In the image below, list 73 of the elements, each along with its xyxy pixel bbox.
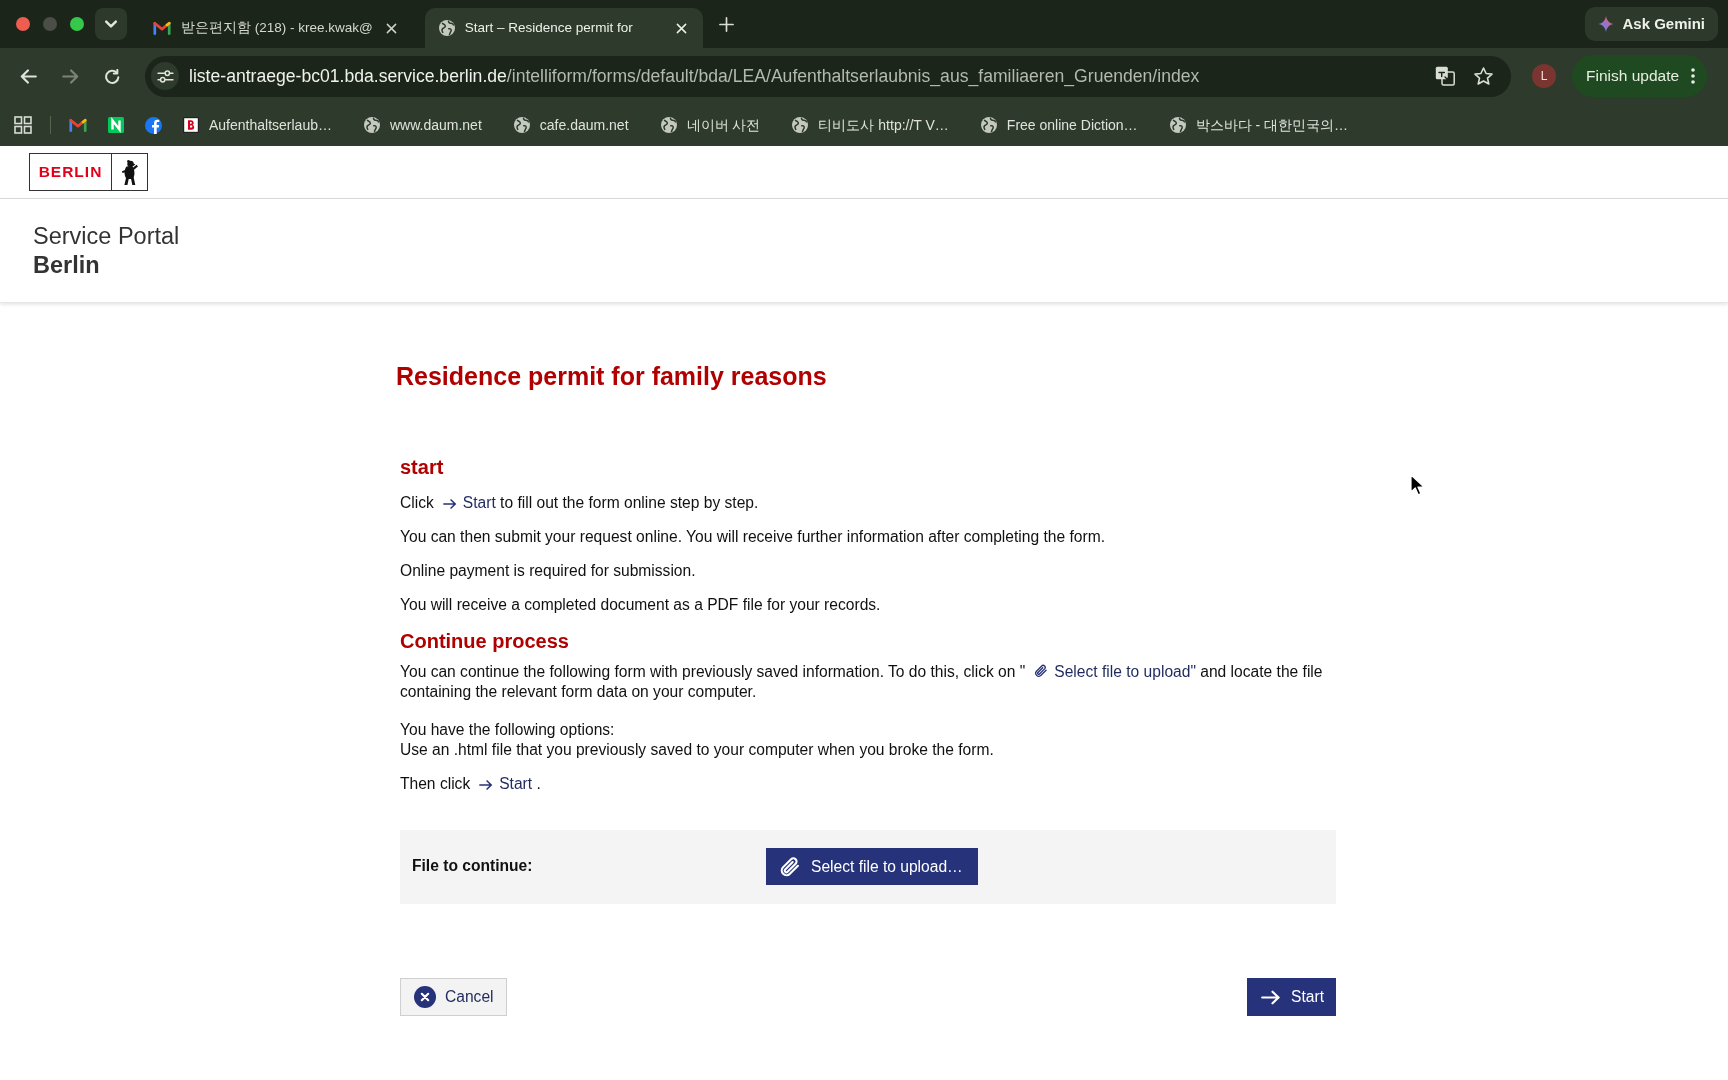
ask-gemini-button[interactable]: Ask Gemini xyxy=(1585,7,1718,41)
more-options-icon xyxy=(1691,68,1696,84)
bookmark-link[interactable]: 네이버 사전 xyxy=(660,114,761,136)
sparkle-icon xyxy=(1598,16,1615,32)
bookmark-star-icon[interactable] xyxy=(1474,67,1493,85)
finish-update-button[interactable]: Finish update xyxy=(1572,55,1708,97)
start-button[interactable]: Start xyxy=(1247,978,1336,1016)
portal-name: Service Portal xyxy=(33,222,181,251)
form-title: Residence permit for family reasons xyxy=(396,361,828,391)
cancel-button[interactable]: Cancel xyxy=(400,978,507,1016)
instruction-text: Use an .html file that you previously saved to your computer when you broke the form. xyxy=(400,740,995,760)
bear-icon xyxy=(121,158,138,186)
globe-icon xyxy=(660,117,677,133)
instruction-text: You have the following options: xyxy=(400,720,616,740)
close-circle-icon xyxy=(414,986,436,1008)
arrow-right-icon xyxy=(1261,989,1282,1005)
n-logo-icon[interactable] xyxy=(108,117,124,133)
section-heading: start xyxy=(400,455,445,479)
portal-city: Berlin xyxy=(33,251,101,280)
b-logo-icon xyxy=(183,117,199,133)
bookmark-link[interactable]: www.daum.net xyxy=(363,114,482,136)
section-heading: Continue process xyxy=(400,629,570,653)
instruction-text: Start to fill out the form online step by step. xyxy=(462,494,759,511)
globe-icon xyxy=(792,117,809,133)
instruction-text: You can continue the following form with previously saved information. To do this, click on " xyxy=(400,663,1026,680)
maximize-window-icon[interactable] xyxy=(70,17,84,31)
instruction-text: You can then submit your request online. You will receive further information after completing the form. xyxy=(400,527,1106,547)
bookmark-link[interactable]: 박스바다 - 대한민국의… xyxy=(1169,114,1349,136)
profile-avatar-button[interactable]: L xyxy=(1532,64,1556,88)
paperclip-icon xyxy=(1034,664,1049,678)
forward-icon xyxy=(61,68,79,84)
tab-search-button[interactable] xyxy=(95,8,127,40)
instruction-text: Select file to upload" and locate the file xyxy=(1054,663,1323,680)
logo-wordmark: BERLIN xyxy=(37,162,104,183)
close-icon xyxy=(386,22,398,34)
close-icon xyxy=(676,22,688,34)
globe-icon xyxy=(438,20,455,36)
site-settings-icon[interactable] xyxy=(156,69,174,83)
chevron-down-icon xyxy=(105,20,117,28)
paperclip-icon xyxy=(779,855,801,878)
mail-logo-icon[interactable] xyxy=(69,118,87,132)
close-window-icon[interactable] xyxy=(16,17,30,31)
field-label: File to continue: xyxy=(412,856,534,876)
browser-tab[interactable]: Start – Residence permit for xyxy=(424,8,703,48)
instruction-text: Then click xyxy=(400,775,471,792)
bookmark-link[interactable]: cafe.daum.net xyxy=(513,114,629,136)
arrow-right-icon xyxy=(442,499,457,509)
plus-icon xyxy=(719,16,735,32)
f-logo-icon[interactable] xyxy=(145,116,162,134)
back-icon xyxy=(19,68,37,84)
browser-tab[interactable]: 받은편지함 (218) - kree.kwak@ xyxy=(139,8,413,48)
instruction-text: You will receive a completed document as a PDF file for your records. xyxy=(400,595,882,615)
berlin-logo[interactable]: BERLIN xyxy=(29,153,148,191)
globe-icon xyxy=(363,117,380,133)
address-bar[interactable]: liste-antraege-bc01.bda.service.berlin.de/intelliform/forms/default/bda/LEA/Aufenthaltserlaubnis_aus_familiaeren_Gruenden/index xyxy=(145,55,1511,97)
reload-icon xyxy=(103,68,121,84)
arrow-right-icon xyxy=(479,780,494,790)
instruction-text: Click xyxy=(400,494,434,511)
instruction-text: Online payment is required for submission. xyxy=(400,561,697,581)
bookmark-link[interactable]: 티비도사 http://T V… xyxy=(792,114,949,136)
mouse-pointer-icon xyxy=(1410,474,1424,496)
globe-icon xyxy=(1169,117,1186,133)
bookmark-link[interactable]: Aufenthaltserlaub… xyxy=(183,114,332,136)
url-text: liste-antraege-bc01.bda.service.berlin.de/intelliform/forms/default/bda/LEA/Aufenthaltserlaubnis_aus_familiaeren_Gruenden/index xyxy=(189,64,1200,89)
instruction-text: Start . xyxy=(499,775,541,792)
globe-icon xyxy=(513,117,530,133)
globe-icon xyxy=(980,117,997,133)
upload-file-button[interactable]: Select file to upload… xyxy=(766,848,978,885)
instruction-text: containing the relevant form data on your computer. xyxy=(400,682,758,702)
bookmark-link[interactable]: Free online Diction… xyxy=(980,114,1138,136)
apps-grid-icon[interactable] xyxy=(14,116,32,134)
translate-icon[interactable] xyxy=(1435,66,1455,86)
mail-logo-icon xyxy=(153,21,171,35)
